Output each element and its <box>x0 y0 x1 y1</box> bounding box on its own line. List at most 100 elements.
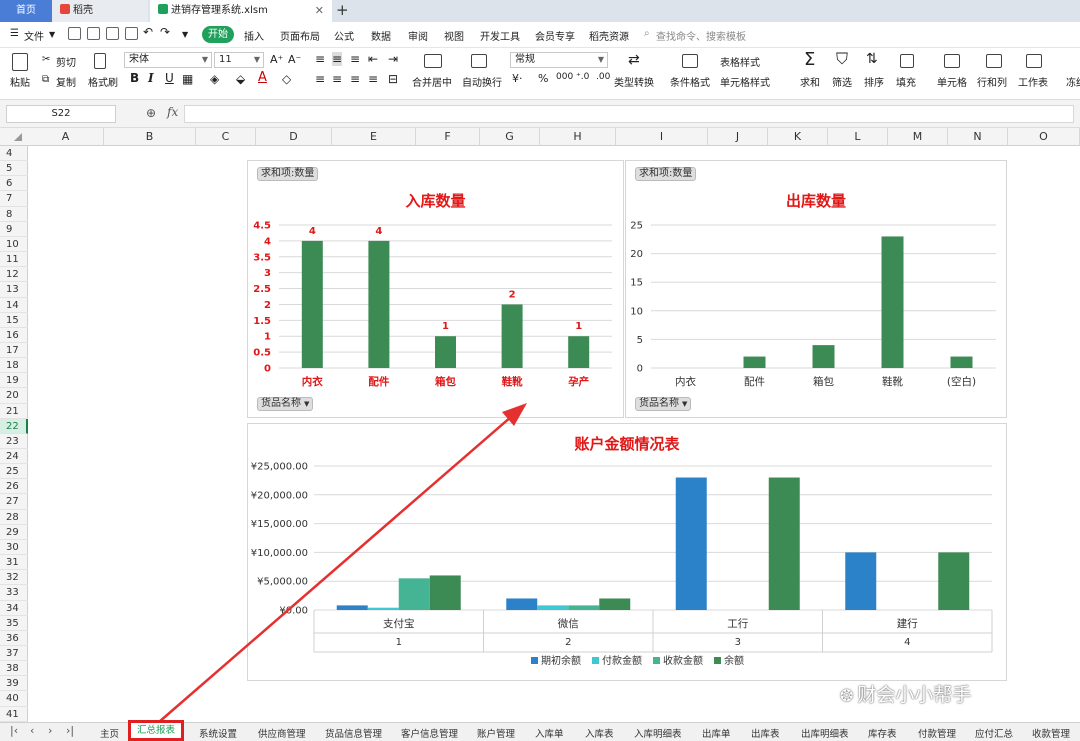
column-header[interactable]: G <box>480 128 540 146</box>
sheet-tab[interactable]: 客户信息管理 <box>401 726 458 740</box>
copy-icon[interactable]: ⧉ <box>42 74 49 85</box>
hamburger-icon[interactable]: ☰ <box>10 28 19 39</box>
daoke-tab[interactable]: 稻壳 <box>52 0 148 22</box>
paste-icon[interactable] <box>12 53 28 71</box>
row-header[interactable]: 28 <box>0 510 28 525</box>
new-tab-button[interactable]: + <box>336 0 349 22</box>
increase-font-icon[interactable]: A⁺ <box>270 53 283 66</box>
align-top-icon[interactable]: ≡ <box>315 52 325 66</box>
bucket-icon[interactable]: ⬙ <box>236 72 245 86</box>
font-size-select[interactable]: 11 ▼ <box>214 52 264 68</box>
account-chart-panel[interactable]: 账户金额情况表 ¥0.00 ¥5,000.00 ¥10,000.00 ¥15,000.… <box>247 423 1007 681</box>
row-header[interactable]: 38 <box>0 661 28 677</box>
fill-button[interactable]: 填充 <box>896 74 916 89</box>
indent-left-icon[interactable]: ⇤ <box>368 52 378 66</box>
first-sheet-icon[interactable]: |‹ <box>10 724 18 737</box>
cell-button[interactable]: 单元格 <box>937 74 967 89</box>
row-header[interactable]: 9 <box>0 222 28 237</box>
sheet-tab[interactable]: 付款管理 <box>918 726 956 740</box>
inbound-chart-panel[interactable]: 求和项:数量 入库数量 0 0.5 1 1.5 2 2.5 3 3.5 4 4.5 4 内衣 4 配件 1 箱… <box>247 160 624 418</box>
sheet-tab[interactable]: 出库明细表 <box>801 726 849 740</box>
row-header[interactable]: 23 <box>0 434 28 450</box>
indent-right-icon[interactable]: ⇥ <box>388 52 398 66</box>
row-header[interactable]: 27 <box>0 494 28 510</box>
border-icon[interactable]: ▦ <box>182 72 193 86</box>
sheet-tab[interactable]: 收款管理 <box>1032 726 1070 740</box>
clear-icon[interactable]: ◇ <box>282 72 291 86</box>
cell-style-button[interactable]: 单元格样式 <box>720 74 770 89</box>
chevron-down-icon[interactable]: ▼ <box>49 30 55 39</box>
copy-button[interactable]: 复制 <box>56 74 76 89</box>
column-header[interactable]: L <box>828 128 888 146</box>
column-header[interactable]: M <box>888 128 948 146</box>
last-sheet-icon[interactable]: ›| <box>66 724 74 737</box>
merge-center-icon[interactable] <box>424 54 442 68</box>
sheet-tab[interactable]: 应付汇总 <box>975 726 1013 740</box>
column-header[interactable]: E <box>332 128 416 146</box>
formula-input[interactable] <box>184 105 1074 123</box>
row-header[interactable]: 11 <box>0 252 28 268</box>
justify-icon[interactable]: ≡ <box>368 72 378 86</box>
column-header[interactable]: D <box>256 128 332 146</box>
filter-icon[interactable]: ⛉ <box>836 49 848 69</box>
sheet-tab[interactable]: 货品信息管理 <box>325 726 382 740</box>
row-header[interactable]: 36 <box>0 631 28 646</box>
decrease-decimal-icon[interactable]: .00 <box>596 72 610 82</box>
inbound-axis-button[interactable]: 货品名称 ▼ <box>257 397 314 411</box>
sum-icon[interactable]: Σ <box>804 49 815 70</box>
row-header[interactable]: 7 <box>0 191 28 207</box>
row-header[interactable]: 17 <box>0 343 28 359</box>
align-center-icon[interactable]: ≡ <box>332 72 342 86</box>
format-painter-icon[interactable] <box>94 53 106 69</box>
row-header[interactable]: 26 <box>0 479 28 495</box>
outbound-axis-button[interactable]: 货品名称 ▼ <box>635 397 692 411</box>
column-header[interactable]: K <box>768 128 828 146</box>
row-header[interactable]: 21 <box>0 404 28 419</box>
decrease-font-icon[interactable]: A⁻ <box>288 53 301 66</box>
row-header[interactable]: 24 <box>0 449 28 465</box>
sheet-tab[interactable]: 主页 <box>100 726 119 740</box>
row-header[interactable]: 25 <box>0 464 28 480</box>
sheet-tab[interactable]: 出库单 <box>702 726 731 740</box>
wrap-text-icon[interactable] <box>471 54 487 68</box>
thousands-icon[interactable]: 000 <box>556 72 573 82</box>
row-header[interactable]: 10 <box>0 237 28 253</box>
worksheet-icon[interactable] <box>1026 54 1042 68</box>
menu-daoke-resources[interactable]: 稻壳资源 <box>589 28 629 43</box>
row-header[interactable]: 18 <box>0 358 28 374</box>
column-header[interactable]: O <box>1008 128 1080 146</box>
sheet-grid[interactable]: 求和项:数量 入库数量 0 0.5 1 1.5 2 2.5 3 3.5 4 4.5 4 内衣 4 配件 1 箱… <box>28 146 1080 722</box>
cut-button[interactable]: 剪切 <box>56 54 76 69</box>
type-convert-button[interactable]: 类型转换 <box>614 74 654 89</box>
align-left-icon[interactable]: ≡ <box>315 72 325 86</box>
filter-button[interactable]: 筛选 <box>832 74 852 89</box>
sheet-tab[interactable]: 系统设置 <box>199 726 237 740</box>
name-box[interactable]: S22 <box>6 105 116 123</box>
conditional-format-button[interactable]: 条件格式 <box>670 74 710 89</box>
row-header[interactable]: 33 <box>0 585 28 601</box>
row-header[interactable]: 32 <box>0 570 28 586</box>
sheet-tab[interactable]: 出库表 <box>751 726 780 740</box>
format-painter-button[interactable]: 格式刷 <box>88 74 118 89</box>
sum-button[interactable]: 求和 <box>800 74 820 89</box>
file-tab[interactable]: 进销存管理系统.xlsm ✕ <box>150 0 332 22</box>
menu-review[interactable]: 审阅 <box>408 28 428 43</box>
sheet-tab[interactable]: 入库表 <box>585 726 614 740</box>
sheet-tab[interactable]: 供应商管理 <box>258 726 306 740</box>
print-icon[interactable] <box>106 27 119 40</box>
row-header[interactable]: 31 <box>0 555 28 571</box>
row-header[interactable]: 35 <box>0 616 28 631</box>
align-right-icon[interactable]: ≡ <box>350 72 360 86</box>
undo-icon[interactable]: ↶ <box>143 25 153 39</box>
menu-page-layout[interactable]: 页面布局 <box>280 28 320 43</box>
row-header[interactable]: 20 <box>0 388 28 404</box>
sheet-tab-active[interactable]: 汇总报表 <box>128 720 184 741</box>
menu-view[interactable]: 视图 <box>444 28 464 43</box>
wrap-text-button[interactable]: 自动换行 <box>462 74 502 89</box>
row-header[interactable]: 41 <box>0 707 28 722</box>
row-header[interactable]: 34 <box>0 601 28 616</box>
column-header[interactable]: A <box>28 128 104 146</box>
fx-icon[interactable]: fx <box>167 105 178 119</box>
sort-button[interactable]: 排序 <box>864 74 884 89</box>
table-style-button[interactable]: 表格样式 <box>720 54 760 69</box>
